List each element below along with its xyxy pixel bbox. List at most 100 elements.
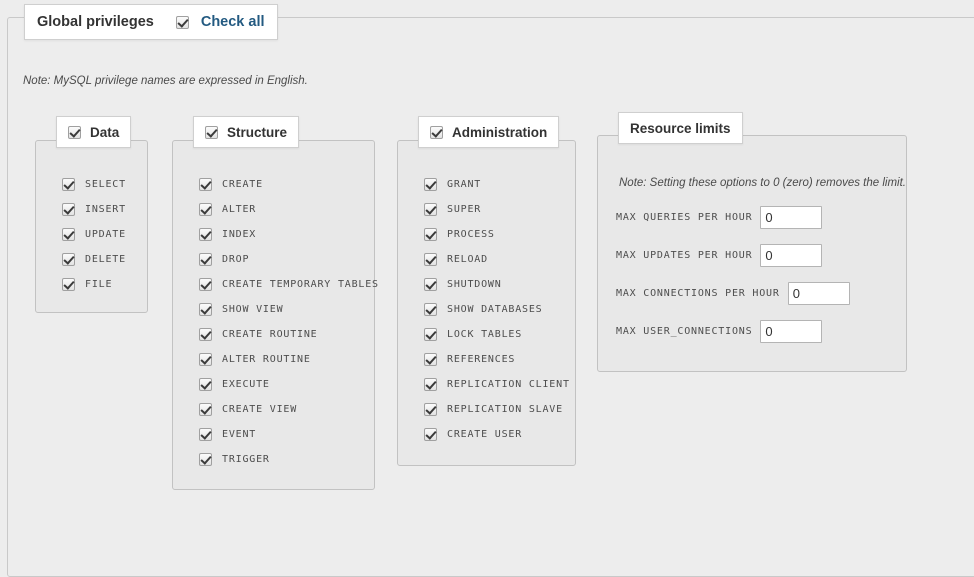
privilege-checkbox[interactable]	[62, 178, 75, 191]
privilege-row[interactable]: INDEX	[199, 228, 379, 241]
privilege-row[interactable]: PROCESS	[424, 228, 570, 241]
privilege-label[interactable]: DROP	[222, 254, 249, 265]
privilege-checkbox[interactable]	[199, 353, 212, 366]
resource-limits-legend: Resource limits	[618, 112, 743, 144]
privilege-row[interactable]: LOCK TABLES	[424, 328, 570, 341]
administration-privileges-list: GRANT SUPER PROCESS RELOAD SHUTDOWN SHOW DATA…	[424, 178, 570, 441]
privilege-checkbox[interactable]	[199, 403, 212, 416]
privilege-checkbox[interactable]	[424, 203, 437, 216]
privilege-checkbox[interactable]	[199, 453, 212, 466]
privilege-label[interactable]: CREATE	[222, 179, 263, 190]
privilege-label[interactable]: SHOW VIEW	[222, 304, 283, 315]
privilege-checkbox[interactable]	[62, 253, 75, 266]
resource-limit-input[interactable]	[787, 282, 850, 305]
check-all-link[interactable]: Check all	[201, 14, 265, 30]
privilege-checkbox[interactable]	[199, 178, 212, 191]
privilege-label[interactable]: LOCK TABLES	[447, 329, 522, 340]
privilege-checkbox[interactable]	[62, 228, 75, 241]
privilege-checkbox[interactable]	[199, 228, 212, 241]
privilege-label[interactable]: PROCESS	[447, 229, 495, 240]
privilege-checkbox[interactable]	[424, 353, 437, 366]
privilege-label[interactable]: EVENT	[222, 429, 256, 440]
privilege-label[interactable]: INSERT	[85, 204, 126, 215]
privilege-label[interactable]: CREATE ROUTINE	[222, 329, 318, 340]
privilege-label[interactable]: DELETE	[85, 254, 126, 265]
privilege-label[interactable]: CREATE USER	[447, 429, 522, 440]
privilege-label[interactable]: REPLICATION CLIENT	[447, 379, 570, 390]
data-group-checkbox[interactable]	[68, 125, 81, 139]
privilege-checkbox[interactable]	[199, 253, 212, 266]
privilege-row[interactable]: SHOW DATABASES	[424, 303, 570, 316]
privilege-checkbox[interactable]	[199, 428, 212, 441]
privilege-checkbox[interactable]	[424, 253, 437, 266]
structure-group-checkbox[interactable]	[205, 125, 218, 139]
privilege-row[interactable]: SHOW VIEW	[199, 303, 379, 316]
privilege-row[interactable]: SUPER	[424, 203, 570, 216]
privilege-label[interactable]: SHUTDOWN	[447, 279, 502, 290]
privilege-row[interactable]: ALTER ROUTINE	[199, 353, 379, 366]
privilege-checkbox[interactable]	[199, 328, 212, 341]
privilege-checkbox[interactable]	[424, 303, 437, 316]
privilege-row[interactable]: CREATE USER	[424, 428, 570, 441]
privilege-row[interactable]: CREATE	[199, 178, 379, 191]
privilege-label[interactable]: CREATE VIEW	[222, 404, 297, 415]
privilege-checkbox[interactable]	[424, 278, 437, 291]
resource-limit-input[interactable]	[760, 244, 823, 267]
privilege-row[interactable]: TRIGGER	[199, 453, 379, 466]
privilege-checkbox[interactable]	[62, 203, 75, 216]
structure-group-legend: Structure	[193, 116, 300, 148]
privilege-row[interactable]: CREATE ROUTINE	[199, 328, 379, 341]
privilege-checkbox[interactable]	[424, 228, 437, 241]
privilege-label[interactable]: SUPER	[447, 204, 481, 215]
privilege-row[interactable]: REFERENCES	[424, 353, 570, 366]
privilege-row[interactable]: EXECUTE	[199, 378, 379, 391]
privilege-row[interactable]: ALTER	[199, 203, 379, 216]
privilege-label[interactable]: UPDATE	[85, 229, 126, 240]
privilege-row[interactable]: REPLICATION SLAVE	[424, 403, 570, 416]
privilege-row[interactable]: SHUTDOWN	[424, 278, 570, 291]
privilege-checkbox[interactable]	[62, 278, 75, 291]
privilege-row[interactable]: CREATE TEMPORARY TABLES	[199, 278, 379, 291]
privilege-checkbox[interactable]	[199, 278, 212, 291]
privilege-label[interactable]: FILE	[85, 279, 112, 290]
privilege-label[interactable]: TRIGGER	[222, 454, 270, 465]
privilege-checkbox[interactable]	[424, 178, 437, 191]
privilege-checkbox[interactable]	[424, 328, 437, 341]
privilege-label[interactable]: REPLICATION SLAVE	[447, 404, 563, 415]
privilege-row[interactable]: UPDATE	[62, 228, 126, 241]
privilege-row[interactable]: INSERT	[62, 203, 126, 216]
resource-limit-row: MAX USER_CONNECTIONS	[616, 320, 850, 343]
data-privileges-group: SELECT INSERT UPDATE DELETE FILE	[35, 140, 148, 313]
privilege-label[interactable]: RELOAD	[447, 254, 488, 265]
privilege-label[interactable]: CREATE TEMPORARY TABLES	[222, 279, 379, 290]
privilege-checkbox[interactable]	[424, 403, 437, 416]
privilege-row[interactable]: RELOAD	[424, 253, 570, 266]
administration-privileges-group: GRANT SUPER PROCESS RELOAD SHUTDOWN SHOW DATA…	[397, 140, 576, 466]
privilege-label[interactable]: ALTER	[222, 204, 256, 215]
privilege-checkbox[interactable]	[199, 378, 212, 391]
administration-group-checkbox[interactable]	[430, 125, 443, 139]
privilege-row[interactable]: FILE	[62, 278, 126, 291]
privilege-checkbox[interactable]	[424, 378, 437, 391]
privilege-row[interactable]: DELETE	[62, 253, 126, 266]
resource-limit-input[interactable]	[760, 320, 823, 343]
privilege-row[interactable]: GRANT	[424, 178, 570, 191]
privilege-label[interactable]: GRANT	[447, 179, 481, 190]
privilege-checkbox[interactable]	[424, 428, 437, 441]
resource-limit-label: MAX CONNECTIONS PER HOUR	[616, 288, 780, 299]
privilege-label[interactable]: EXECUTE	[222, 379, 270, 390]
check-all-checkbox[interactable]	[175, 15, 189, 29]
resource-limit-input[interactable]	[760, 206, 823, 229]
privilege-label[interactable]: SHOW DATABASES	[447, 304, 543, 315]
privilege-row[interactable]: CREATE VIEW	[199, 403, 379, 416]
privilege-checkbox[interactable]	[199, 203, 212, 216]
privilege-checkbox[interactable]	[199, 303, 212, 316]
privilege-row[interactable]: DROP	[199, 253, 379, 266]
privilege-label[interactable]: REFERENCES	[447, 354, 515, 365]
privilege-row[interactable]: SELECT	[62, 178, 126, 191]
privilege-row[interactable]: EVENT	[199, 428, 379, 441]
privilege-label[interactable]: ALTER ROUTINE	[222, 354, 311, 365]
privilege-row[interactable]: REPLICATION CLIENT	[424, 378, 570, 391]
privilege-label[interactable]: INDEX	[222, 229, 256, 240]
privilege-label[interactable]: SELECT	[85, 179, 126, 190]
